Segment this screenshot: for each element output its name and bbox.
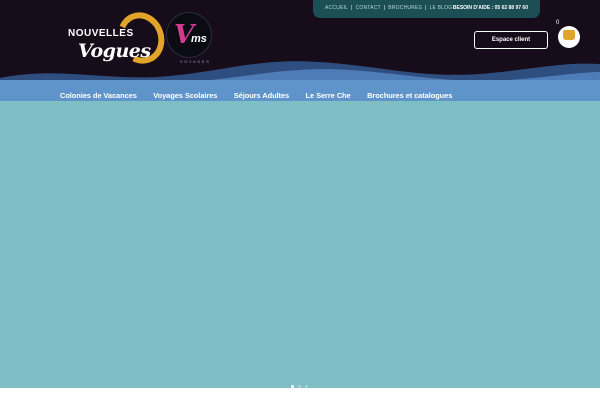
separator: | — [383, 5, 386, 11]
hero-slider — [0, 101, 600, 388]
nav-item-brochures[interactable]: Brochures et catalogues — [367, 91, 452, 100]
logo-text-line1: NOUVELLES — [68, 28, 134, 39]
top-utility-bar: ACCUEIL | CONTACT | BROCHURES | LE BLOG BESOIN… — [313, 0, 540, 18]
nav-item-sejours-adultes[interactable]: Séjours Adultes — [234, 91, 289, 100]
slider-dot-1[interactable] — [291, 385, 294, 388]
logo-vms-subtitle: VOYAGES — [180, 59, 211, 64]
top-link-contact[interactable]: CONTACT — [356, 5, 381, 11]
top-links: ACCUEIL | CONTACT | BROCHURES | LE BLOG — [325, 5, 452, 11]
nav-item-voyages-scolaires[interactable]: Voyages Scolaires — [153, 91, 217, 100]
top-link-blog[interactable]: LE BLOG — [430, 5, 453, 11]
top-link-brochures[interactable]: BROCHURES — [388, 5, 422, 11]
slider-dot-3[interactable] — [305, 385, 308, 388]
slider-pagination — [291, 375, 312, 393]
logo-nouvelles-vogues[interactable]: NOUVELLES Vogues — [66, 5, 172, 71]
nav-item-serre-che[interactable]: Le Serre Che — [306, 91, 351, 100]
separator: | — [351, 5, 353, 11]
cart-count: 0 — [556, 20, 560, 26]
slider-dot-2[interactable] — [298, 385, 301, 388]
help-phone[interactable]: BESOIN D'AIDE : 05 62 88 97 60 — [453, 5, 528, 11]
shopping-bag-icon — [563, 30, 575, 40]
logo-mark-ms: ms — [191, 33, 207, 45]
main-navigation: Colonies de Vacances Voyages Scolaires S… — [0, 80, 600, 101]
separator: | — [425, 5, 427, 11]
top-link-accueil[interactable]: ACCUEIL — [325, 5, 348, 11]
cart-button[interactable]: 0 — [556, 20, 584, 48]
espace-client-button[interactable]: Espace client — [474, 31, 548, 49]
logo-text-line2: Vogues — [78, 40, 151, 62]
nav-item-colonies[interactable]: Colonies de Vacances — [60, 91, 137, 100]
